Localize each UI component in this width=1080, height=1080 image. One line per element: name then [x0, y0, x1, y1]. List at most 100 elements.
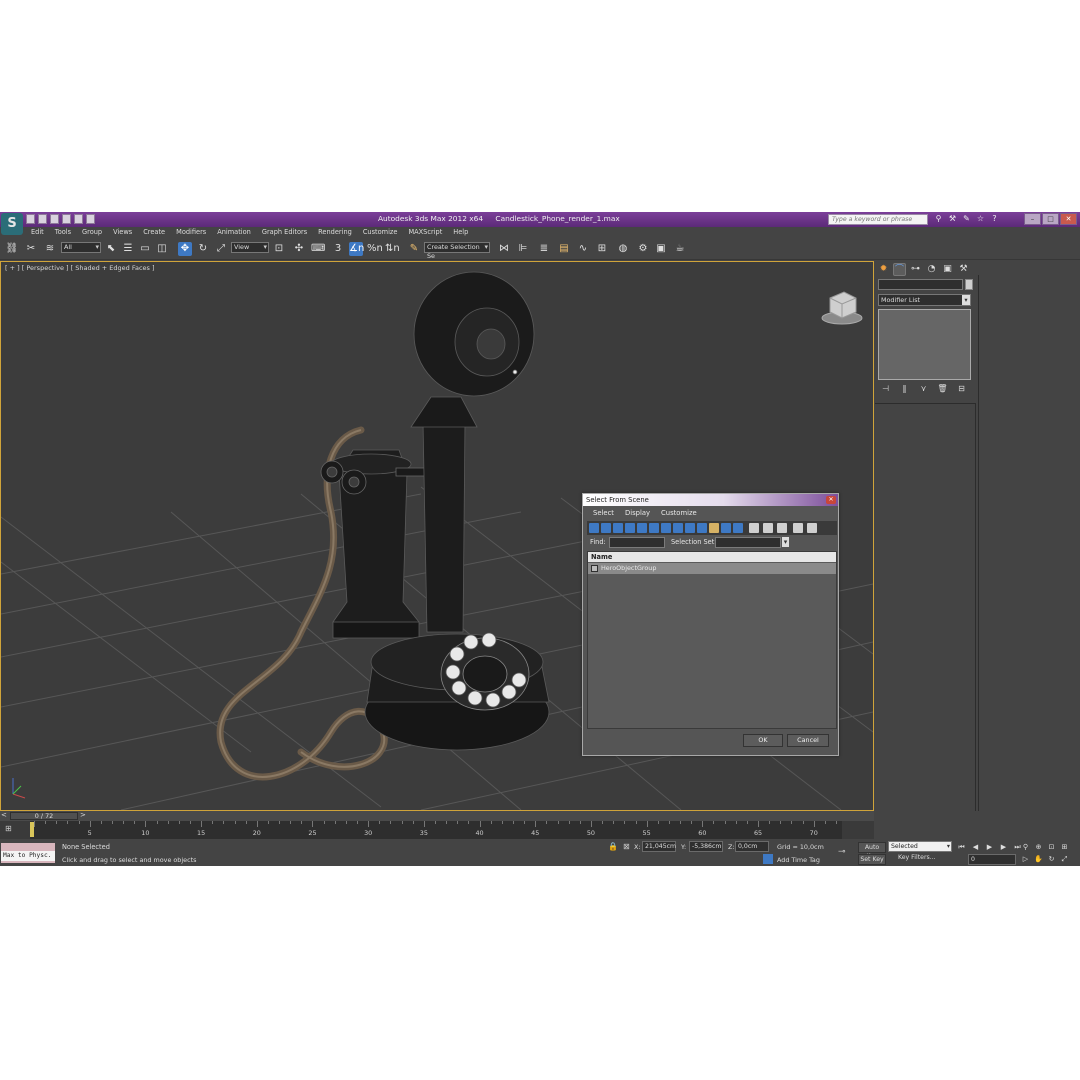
render-production-icon[interactable]: ☕ [673, 242, 687, 256]
auto-key-button[interactable]: Auto Key [858, 842, 886, 860]
cameras-filter-icon[interactable] [625, 523, 635, 533]
select-and-move-icon[interactable]: ✥ [178, 242, 192, 256]
modifier-stack[interactable] [878, 309, 971, 380]
motion-tab-icon[interactable]: ◔ [925, 263, 938, 276]
window-crossing-icon[interactable]: ◫ [155, 242, 169, 256]
space-warps-filter-icon[interactable] [649, 523, 659, 533]
rendered-frame-window-icon[interactable]: ▣ [654, 242, 668, 256]
current-frame-marker[interactable] [30, 822, 34, 837]
ok-button[interactable]: OK [743, 734, 783, 747]
field-of-view-icon[interactable]: ▷ [1020, 854, 1031, 864]
cancel-button[interactable]: Cancel [787, 734, 829, 747]
set-key-button[interactable]: Set Key [858, 854, 886, 865]
rectangular-selection-icon[interactable]: ▭ [138, 242, 152, 256]
utilities-tab-icon[interactable]: ⚒ [957, 263, 970, 276]
name-column-header[interactable]: Name [588, 552, 836, 562]
named-selection-sets-dropdown[interactable]: Create Selection Se [424, 242, 490, 260]
select-and-manipulate-icon[interactable]: ✣ [292, 242, 306, 256]
undo-icon[interactable] [62, 214, 71, 224]
graphite-modeling-tools-icon[interactable]: ▤ [557, 242, 571, 256]
absolute-mode-icon[interactable]: ⊠ [623, 842, 630, 851]
minimize-button[interactable]: – [1024, 213, 1041, 225]
help-icon[interactable]: ? [990, 214, 999, 224]
new-file-icon[interactable] [26, 214, 35, 224]
dialog-menu-display[interactable]: Display [625, 507, 650, 519]
display-none-icon[interactable] [749, 523, 759, 533]
invert-display-icon[interactable] [763, 523, 773, 533]
menu-edit[interactable]: Edit [31, 227, 44, 238]
spinner-snap-icon[interactable]: ⇅n [385, 242, 400, 256]
menu-tools[interactable]: Tools [55, 227, 71, 238]
zoom-extents-icon[interactable]: ⊡ [1046, 842, 1057, 852]
app-logo-icon[interactable]: S [1, 213, 23, 235]
menu-rendering[interactable]: Rendering [318, 227, 352, 238]
hierarchy-tab-icon[interactable]: ⊶ [909, 263, 922, 276]
y-coordinate-field[interactable]: -5,386cm [689, 841, 723, 852]
subscription-icon[interactable]: ⚒ [948, 214, 957, 224]
dialog-close-button[interactable]: ✕ [826, 496, 836, 504]
save-file-icon[interactable] [50, 214, 59, 224]
frozen-filter-icon[interactable] [709, 523, 719, 533]
show-end-result-icon[interactable]: ‖ [899, 383, 910, 394]
modify-tab-icon[interactable]: ⌒ [893, 263, 906, 276]
orbit-icon[interactable]: ↻ [1046, 854, 1057, 864]
select-by-name-icon[interactable]: ☰ [121, 242, 135, 256]
menu-create[interactable]: Create [143, 227, 165, 238]
bind-to-space-warp-icon[interactable]: ≋ [43, 242, 57, 256]
align-icon[interactable]: ⊫ [516, 242, 530, 256]
time-slider-handle[interactable]: 0 / 72 [10, 812, 78, 820]
percent-snap-icon[interactable]: %n [367, 242, 383, 256]
dialog-menu-select[interactable]: Select [593, 507, 614, 519]
containers-filter-icon[interactable] [697, 523, 707, 533]
filter-funnel-icon[interactable] [793, 523, 803, 533]
display-tab-icon[interactable]: ▣ [941, 263, 954, 276]
maximize-button[interactable]: □ [1042, 213, 1059, 225]
project-folder-icon[interactable] [86, 214, 95, 224]
favorites-star-icon[interactable]: ☆ [976, 214, 985, 224]
select-and-rotate-icon[interactable]: ↻ [196, 242, 210, 256]
go-to-start-icon[interactable]: ⏮ [956, 842, 967, 852]
viewport-label[interactable]: [ + ] [ Perspective ] [ Shaded + Edged F… [5, 264, 155, 272]
time-slider[interactable]: < 0 / 72 > [0, 811, 874, 821]
sync-selection-icon[interactable] [777, 523, 787, 533]
shapes-filter-icon[interactable] [601, 523, 611, 533]
menu-group[interactable]: Group [82, 227, 102, 238]
create-tab-icon[interactable]: ✹ [877, 263, 890, 276]
track-bar-ruler[interactable]: 5 10 15 20 25 30 35 40 45 50 55 60 65 70 [30, 821, 842, 839]
hidden-filter-icon[interactable] [721, 523, 731, 533]
x-coordinate-field[interactable]: 21,045cm [642, 841, 676, 852]
time-tag-icon[interactable] [763, 854, 773, 864]
object-name-field[interactable] [878, 279, 963, 290]
menu-animation[interactable]: Animation [217, 227, 251, 238]
track-bar[interactable]: ⊞ 5 10 15 20 25 30 35 40 45 50 55 60 65 70 [0, 821, 874, 839]
mini-curve-editor-icon[interactable]: ⊞ [5, 824, 17, 834]
open-file-icon[interactable] [38, 214, 47, 224]
redo-icon[interactable] [74, 214, 83, 224]
menu-help[interactable]: Help [453, 227, 468, 238]
z-coordinate-field[interactable]: 0,0cm [735, 841, 769, 852]
groups-filter-icon[interactable] [661, 523, 671, 533]
object-color-swatch[interactable] [965, 279, 973, 290]
menu-graph-editors[interactable]: Graph Editors [262, 227, 307, 238]
play-icon[interactable]: ▶ [984, 842, 995, 852]
select-and-scale-icon[interactable]: ⤢ [214, 242, 228, 256]
unlink-icon[interactable]: ✂ [24, 242, 38, 256]
material-editor-icon[interactable]: ◍ [616, 242, 630, 256]
menu-maxscript[interactable]: MAXScript [408, 227, 442, 238]
search-icon[interactable]: ⚲ [934, 214, 943, 224]
select-object-icon[interactable]: ⬉ [104, 242, 118, 256]
zoom-extents-all-icon[interactable]: ⊞ [1059, 842, 1070, 852]
list-item[interactable]: HeroObjectGroup [588, 563, 836, 574]
close-button[interactable]: ✕ [1060, 213, 1077, 225]
time-slider-next-icon[interactable]: > [80, 811, 86, 819]
edit-named-selection-icon[interactable]: ✎ [407, 242, 421, 256]
key-mode-dropdown[interactable]: Selected [888, 841, 952, 852]
select-and-link-icon[interactable]: ⛓ [5, 242, 19, 256]
add-time-tag-button[interactable]: Add Time Tag [777, 856, 820, 864]
bones-filter-icon[interactable] [685, 523, 695, 533]
reference-coordinate-dropdown[interactable]: View [231, 242, 269, 253]
schematic-view-icon[interactable]: ⊞ [595, 242, 609, 256]
snaps-toggle-icon[interactable]: 3 [331, 242, 345, 256]
layer-manager-icon[interactable]: ≣ [537, 242, 551, 256]
time-slider-prev-icon[interactable]: < [1, 811, 7, 819]
